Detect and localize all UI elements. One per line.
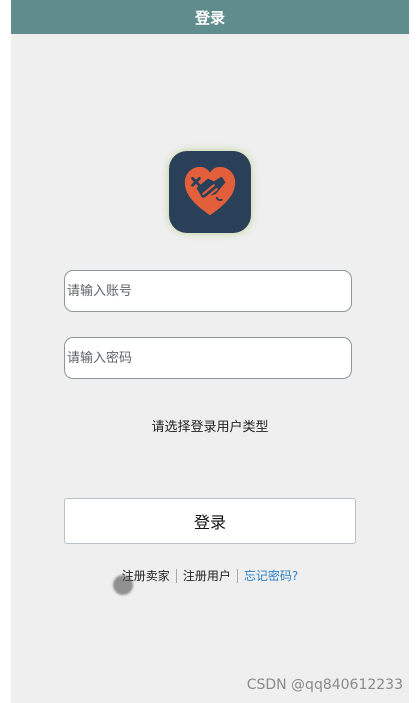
header-title: 登录 (194, 8, 225, 27)
link-separator (236, 568, 238, 583)
app-logo (169, 151, 251, 233)
heart-handshake-icon (184, 166, 236, 216)
auth-links: 注册卖家 注册用户 忘记密码? (11, 567, 409, 584)
app-header: 登录 (11, 0, 409, 34)
account-input[interactable] (64, 270, 352, 312)
register-user-link[interactable]: 注册用户 (183, 567, 231, 584)
touch-indicator (113, 575, 133, 595)
watermark: CSDN @qq840612233 (246, 677, 403, 693)
password-input[interactable] (64, 337, 352, 379)
login-button[interactable]: 登录 (64, 498, 356, 544)
login-button-label: 登录 (193, 513, 226, 532)
user-type-label: 请选择登录用户类型 (151, 420, 269, 435)
user-type-selector[interactable]: 请选择登录用户类型 (11, 416, 409, 435)
login-screen: 登录 请选择登录用户类型 登录 注册卖家 注册用户 忘记密码? (11, 0, 409, 703)
forgot-password-link[interactable]: 忘记密码? (244, 567, 298, 584)
link-separator (175, 568, 177, 583)
